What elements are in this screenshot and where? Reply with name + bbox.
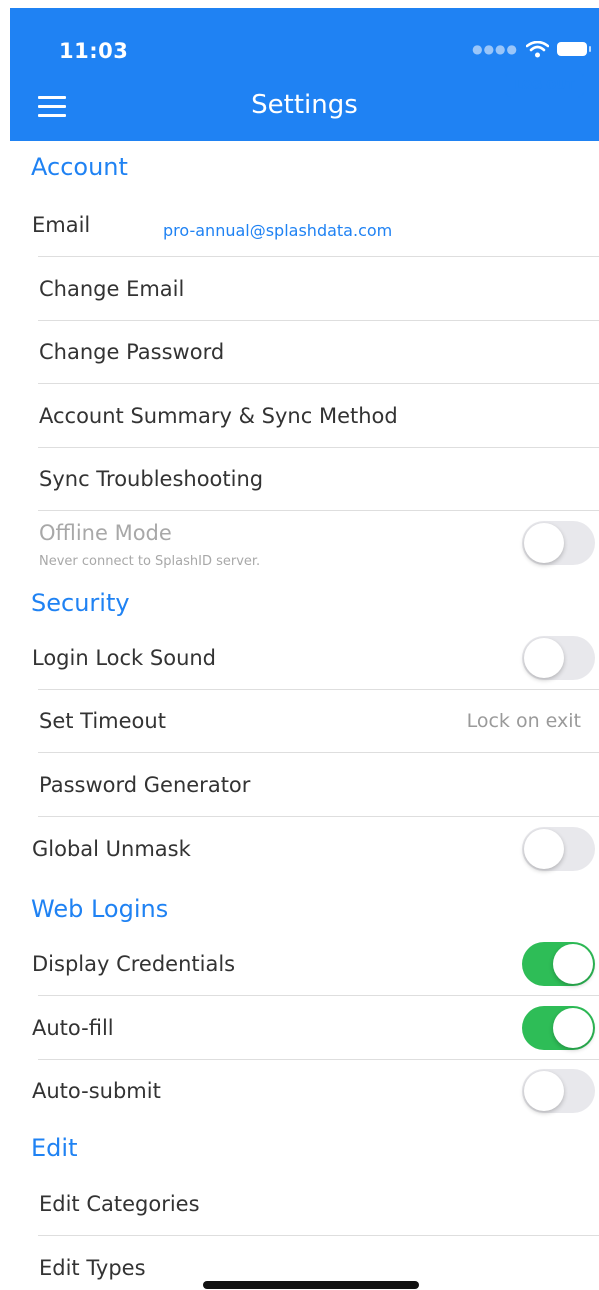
change-email-row[interactable]: Change Email [10,257,599,321]
status-time: 11:03 [59,39,129,63]
edit-categories-row[interactable]: Edit Categories [10,1172,599,1236]
change-password-label: Change Password [39,340,225,364]
set-timeout-row[interactable]: Set Timeout Lock on exit [10,689,599,753]
auto-submit-toggle[interactable] [522,1069,595,1113]
global-unmask-row: Global Unmask [10,817,599,881]
offline-mode-row: Offline Mode Never connect to SplashID s… [10,511,599,575]
battery-icon [557,42,591,56]
set-timeout-label: Set Timeout [39,709,166,733]
auto-submit-row: Auto-submit [10,1059,599,1123]
display-credentials-label: Display Credentials [32,952,236,976]
change-email-label: Change Email [39,277,185,301]
status-icons: ●●●● [472,38,591,60]
account-summary-row[interactable]: Account Summary & Sync Method [10,384,599,448]
offline-mode-description: Never connect to SplashID server. [39,554,261,569]
login-lock-sound-label: Login Lock Sound [32,646,217,670]
wifi-icon [526,40,549,57]
auto-submit-label: Auto-submit [32,1079,161,1103]
email-row[interactable]: Email pro-annual@splashdata.com [10,193,599,257]
sync-troubleshooting-label: Sync Troubleshooting [39,467,264,491]
log-out-button[interactable]: LOG OUT [505,71,584,98]
edit-categories-label: Edit Categories [39,1192,200,1216]
home-indicator[interactable] [203,1281,419,1289]
login-lock-sound-row: Login Lock Sound [10,626,599,690]
offline-mode-label: Offline Mode [39,521,172,545]
password-generator-row[interactable]: Password Generator [10,753,599,817]
set-timeout-value: Lock on exit [466,710,581,732]
signal-icon: ●●●● [472,42,518,56]
auto-fill-label: Auto-fill [32,1016,114,1040]
global-unmask-label: Global Unmask [32,837,191,861]
global-unmask-toggle[interactable] [522,827,595,871]
section-header-account: Account [31,153,128,181]
auto-fill-toggle[interactable] [522,1006,595,1050]
offline-mode-toggle[interactable] [522,521,595,565]
edit-types-label: Edit Types [39,1256,146,1280]
password-generator-label: Password Generator [39,773,251,797]
login-lock-sound-toggle[interactable] [522,636,595,680]
sync-troubleshooting-row[interactable]: Sync Troubleshooting [10,447,599,511]
auto-fill-row: Auto-fill [10,996,599,1060]
display-credentials-toggle[interactable] [522,942,595,986]
email-label: Email [32,213,91,237]
display-credentials-row: Display Credentials [10,932,599,996]
email-value: pro-annual@splashdata.com [163,221,393,240]
change-password-row[interactable]: Change Password [10,320,599,384]
account-summary-label: Account Summary & Sync Method [39,404,398,428]
